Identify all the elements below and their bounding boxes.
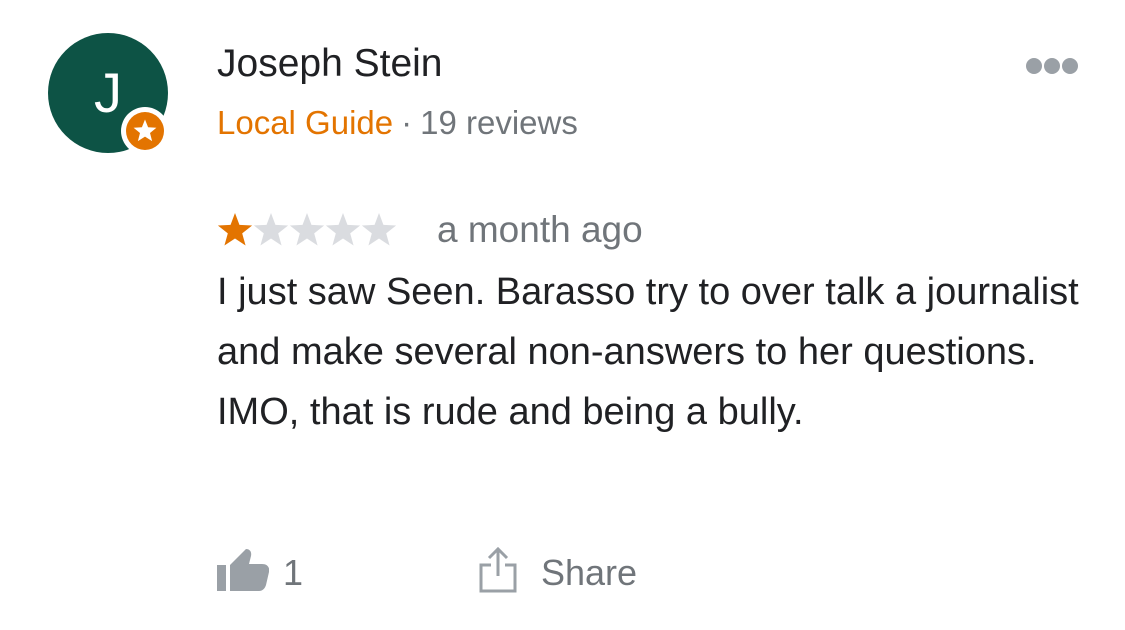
local-guide-label: Local Guide [217,104,394,141]
thumbs-up-icon [217,549,269,591]
like-count: 1 [283,552,304,593]
review-actions: 1 Share [0,546,1125,596]
review-count: 19 reviews [420,104,578,141]
meta-separator: · [401,104,413,141]
local-guide-star-icon [121,107,169,155]
rating-row: a month ago [217,207,643,251]
star-filled-icon [217,213,253,246]
more-horizontal-icon[interactable] [1024,54,1080,78]
share-button[interactable]: Share [478,546,658,596]
star-empty-icon [289,213,325,246]
star-empty-icon [361,213,397,246]
star-empty-icon [325,213,361,246]
reviewer-name[interactable]: Joseph Stein [217,42,443,86]
star-rating [217,212,399,248]
share-label: Share [541,552,638,593]
share-icon [479,546,517,593]
reviewer-meta: Local Guide · 19 reviews [217,104,578,142]
review-text: I just saw Seen. Barasso try to over tal… [217,271,1079,433]
star-empty-icon [253,213,289,246]
review-time: a month ago [437,209,643,251]
